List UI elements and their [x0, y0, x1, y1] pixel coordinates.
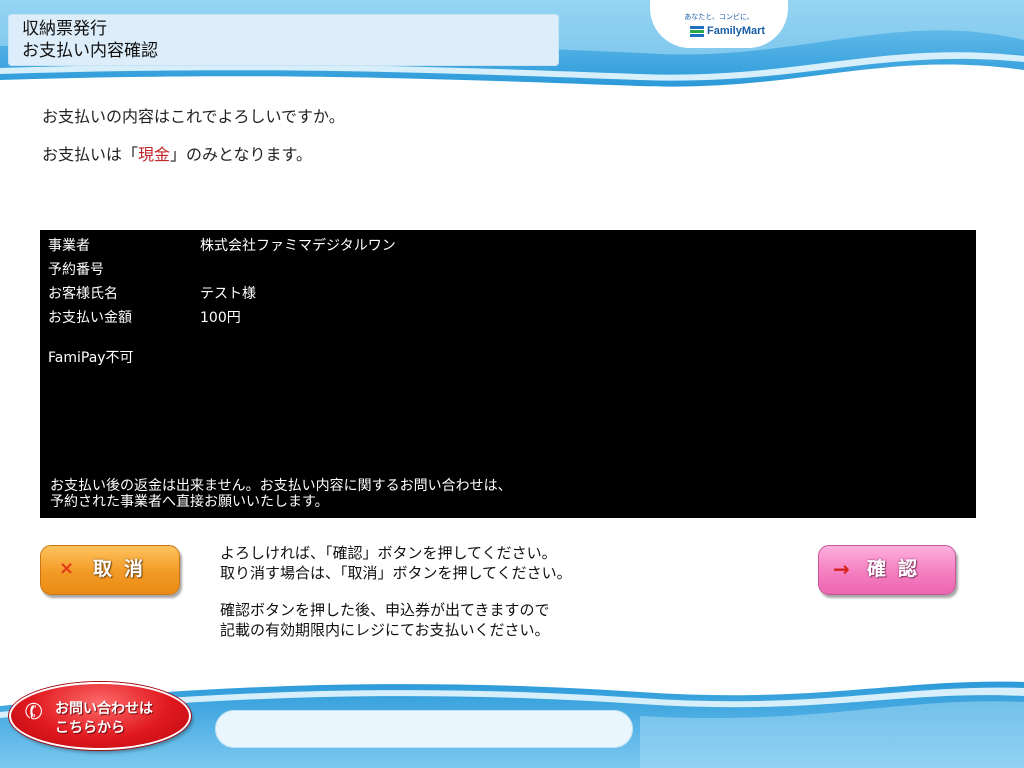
- instruction-confirm: よろしければ、「確認」ボタンを押してください。: [220, 544, 557, 562]
- contact-label-line2: こちらから: [55, 720, 125, 736]
- confirm-button-label: 確認: [867, 558, 930, 580]
- payment-method-note: お支払いは「現金」のみとなります。: [42, 141, 312, 165]
- refund-notice-line1: お支払い後の返金は出来ません。お支払い内容に関するお問い合わせは、: [50, 478, 512, 494]
- refund-notice-line2: 予約された事業者へ直接お願いいたします。: [50, 494, 329, 510]
- instruction-pay-at-register: 記載の有効期限内にレジにてお支払いください。: [220, 621, 550, 639]
- refund-notice: お支払い後の返金は出来ません。お支払い内容に関するお問い合わせは、 予約された事…: [50, 478, 512, 510]
- payment-note-suffix: 」のみとなります。: [170, 145, 312, 164]
- detail-value: 100円: [200, 310, 241, 326]
- detail-value: テスト様: [200, 286, 256, 302]
- detail-label: お客様氏名: [48, 286, 118, 302]
- familymart-stripes-icon: [690, 26, 704, 37]
- confirm-button[interactable]: → 確認: [818, 545, 956, 595]
- contact-button[interactable]: ✆ お問い合わせは こちらから: [9, 682, 191, 750]
- payment-note-prefix: お支払いは「: [42, 145, 139, 164]
- instruction-ticket: 確認ボタンを押した後、申込券が出てきますので: [220, 601, 550, 619]
- instruction-cancel: 取り消す場合は、「取消」ボタンを押してください。: [220, 564, 572, 582]
- cash-highlight: 現金: [138, 145, 171, 164]
- phone-icon: ✆: [21, 697, 48, 728]
- logo-tagline: あなたと、コンビに、: [684, 13, 754, 21]
- cancel-button[interactable]: × 取消: [40, 545, 180, 595]
- contact-label-line1: お問い合わせは: [55, 701, 153, 717]
- familymart-logo: あなたと、コンビに、 FamilyMart: [650, 0, 788, 48]
- cancel-button-label: 取消: [93, 558, 156, 580]
- screen-title-box: 収納票発行 お支払い内容確認: [8, 14, 559, 66]
- screen-title-line1: 収納票発行: [22, 19, 107, 39]
- screen-title-line2: お支払い内容確認: [22, 41, 158, 61]
- confirm-question: お支払いの内容はこれでよろしいですか。: [42, 107, 345, 126]
- famipay-unavailable-note: FamiPay不可: [48, 350, 134, 366]
- logo-row: FamilyMart: [690, 25, 765, 39]
- detail-label: 予約番号: [48, 262, 104, 278]
- arrow-right-icon: →: [833, 557, 850, 581]
- logo-wordmark: FamilyMart: [707, 25, 766, 37]
- detail-label: 事業者: [48, 238, 90, 254]
- footer-info-box: [215, 710, 633, 748]
- close-icon: ×: [59, 558, 75, 579]
- detail-label: お支払い金額: [48, 310, 132, 326]
- detail-value: 株式会社ファミマデジタルワン: [200, 238, 396, 254]
- payment-details-panel: 事業者 株式会社ファミマデジタルワン 予約番号 お客様氏名 テスト様 お支払い金…: [40, 230, 976, 518]
